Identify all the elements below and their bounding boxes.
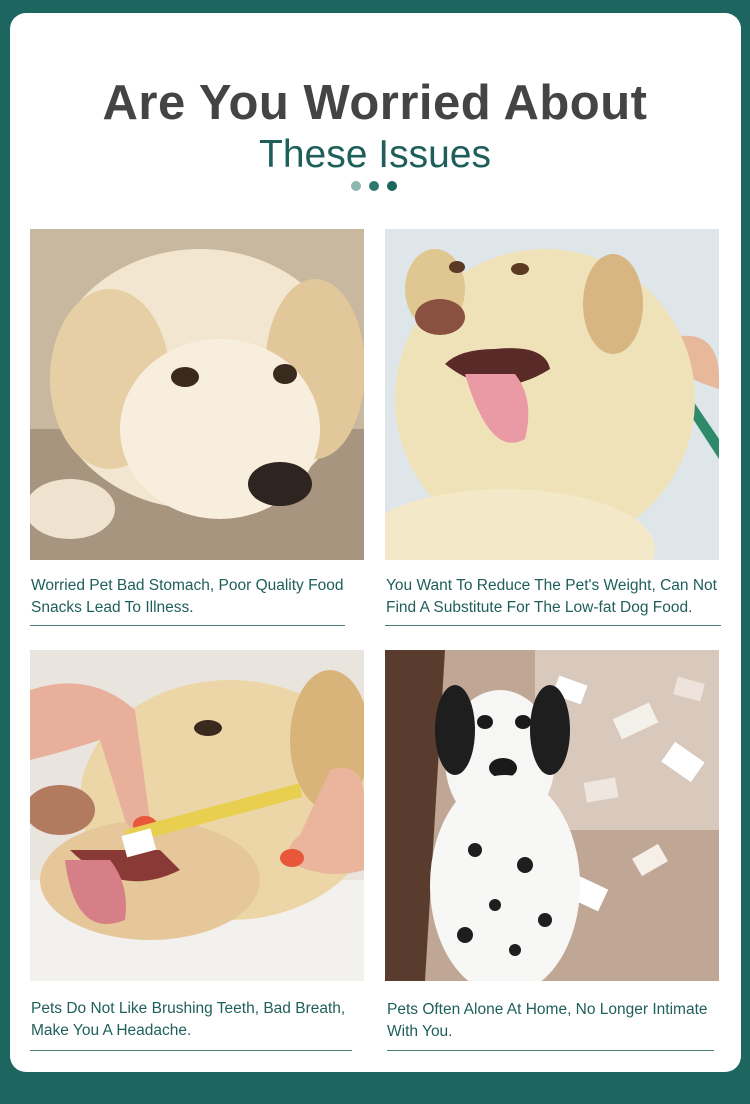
dot-dark: [387, 181, 397, 191]
issue-caption-2: You Want To Reduce The Pet's Weight, Can…: [386, 577, 717, 616]
caption-divider-2: [385, 625, 721, 626]
issues-card: Are You Worried About These Issues Worri…: [10, 13, 741, 1072]
issue-caption-1: Worried Pet Bad Stomach, Poor Quality Fo…: [31, 577, 344, 616]
golden-retriever-lying-photo: [30, 229, 364, 560]
issue-caption-3: Pets Do Not Like Brushing Teeth, Bad Bre…: [31, 1000, 346, 1039]
page-title: Are You Worried About: [102, 76, 648, 130]
labrador-tongue-out-photo: [385, 229, 719, 560]
caption-divider-3: [30, 1050, 352, 1051]
page-subtitle: These Issues: [259, 133, 491, 176]
issue-caption-4: Pets Often Alone At Home, No Longer Inti…: [387, 1001, 708, 1040]
dot-mid: [369, 181, 379, 191]
caption-divider-4: [387, 1050, 714, 1051]
dot-light: [351, 181, 361, 191]
dog-teeth-brushing-photo: [30, 650, 364, 981]
caption-divider-1: [30, 625, 345, 626]
dalmatian-torn-paper-photo: [385, 650, 719, 981]
